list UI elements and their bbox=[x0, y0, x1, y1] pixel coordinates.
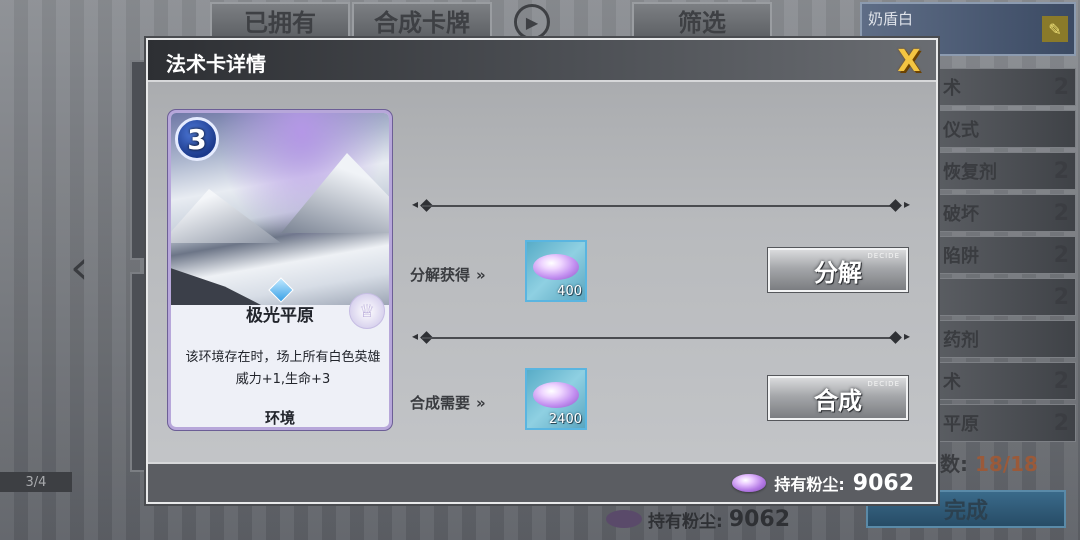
background-dust-counter: 持有粉尘: 9062 bbox=[606, 506, 790, 532]
double-chevron-icon: » bbox=[476, 394, 486, 412]
dust-pile-icon bbox=[533, 254, 579, 280]
deck-list-item[interactable]: 陷阱 2 bbox=[936, 236, 1076, 274]
page-indicator: 3/4 bbox=[0, 472, 72, 492]
background-dust-label: 持有粉尘: bbox=[648, 511, 723, 532]
owned-dust-label: 持有粉尘: bbox=[774, 475, 845, 494]
card-faction-emblem-icon: ♕ bbox=[349, 293, 385, 329]
decompose-dust-amount: 400 bbox=[557, 284, 582, 299]
decompose-dust-reward: 400 bbox=[525, 240, 587, 302]
decompose-button-label: 分解 bbox=[814, 258, 862, 287]
previous-page-arrow-icon[interactable]: ‹ bbox=[70, 240, 88, 294]
craft-button[interactable]: DECIDE 合成 bbox=[768, 376, 908, 420]
dust-pile-icon bbox=[533, 382, 579, 408]
card-cost-badge: 3 bbox=[175, 117, 219, 161]
deck-list-item[interactable]: 药剂 bbox=[936, 320, 1076, 358]
deck-list-item[interactable]: 破坏 2 bbox=[936, 194, 1076, 232]
card-description: 该环境存在时，场上所有白色英雄威力+1,生命+3 bbox=[185, 350, 381, 387]
close-icon[interactable]: X bbox=[892, 44, 926, 79]
deck-list-item[interactable]: 2 bbox=[936, 278, 1076, 316]
deck-name: 奶盾白 bbox=[868, 10, 914, 28]
deck-list-item[interactable]: 平原 2 bbox=[936, 404, 1076, 442]
deck-list-item[interactable]: 术2 bbox=[936, 68, 1076, 106]
craft-dust-amount: 2400 bbox=[548, 412, 582, 427]
play-icon[interactable]: ▶ bbox=[514, 4, 550, 40]
edit-icon[interactable]: ✎ bbox=[1042, 16, 1068, 42]
card-type: 环境 bbox=[264, 409, 295, 427]
section-divider: ◂ ▸ bbox=[412, 197, 910, 212]
dust-icon bbox=[606, 510, 642, 528]
spell-card: 3 极光平原 ♕ 该环境存在时，场上所有白色英雄威力+1,生命+3 环境 bbox=[168, 110, 392, 430]
filter-button[interactable]: 筛选 bbox=[632, 2, 772, 38]
deck-list-item[interactable]: 恢复剂 2 bbox=[936, 152, 1076, 190]
double-chevron-icon: » bbox=[476, 266, 486, 284]
craft-label: 合成需要» bbox=[410, 394, 486, 412]
decompose-button[interactable]: DECIDE 分解 bbox=[768, 248, 908, 292]
deck-list-item[interactable]: 仪式 bbox=[936, 110, 1076, 148]
dialog-header: 法术卡详情 X bbox=[148, 40, 936, 82]
spell-card-detail-dialog: 法术卡详情 X 3 极光平原 ♕ 该环境存在时，场上所有白色英雄威力+1,生命+… bbox=[146, 38, 938, 504]
deck-list-item[interactable]: 术2 bbox=[936, 362, 1076, 400]
decompose-label: 分解获得» bbox=[410, 266, 486, 284]
craft-button-label: 合成 bbox=[814, 386, 862, 415]
craft-cards-tab-label: 合成卡牌 bbox=[374, 8, 470, 37]
owned-tab-button[interactable]: 已拥有 bbox=[210, 2, 350, 38]
owned-tab-label: 已拥有 bbox=[244, 8, 316, 37]
dialog-footer: 持有粉尘: 9062 bbox=[148, 462, 936, 502]
dialog-title: 法术卡详情 bbox=[166, 52, 266, 76]
finish-label: 完成 bbox=[943, 499, 988, 524]
craft-dust-cost: 2400 bbox=[525, 368, 587, 430]
craft-cards-tab-button[interactable]: 合成卡牌 bbox=[352, 2, 492, 38]
owned-dust-value: 9062 bbox=[852, 470, 914, 496]
dust-icon bbox=[732, 474, 767, 492]
owned-dust-counter: 持有粉尘: 9062 bbox=[732, 468, 914, 498]
background-dust-value: 9062 bbox=[728, 506, 791, 532]
section-divider: ◂ ▸ bbox=[412, 329, 910, 344]
deck-card-count: 数: 18/18 bbox=[940, 452, 1038, 476]
filter-label: 筛选 bbox=[678, 8, 726, 37]
